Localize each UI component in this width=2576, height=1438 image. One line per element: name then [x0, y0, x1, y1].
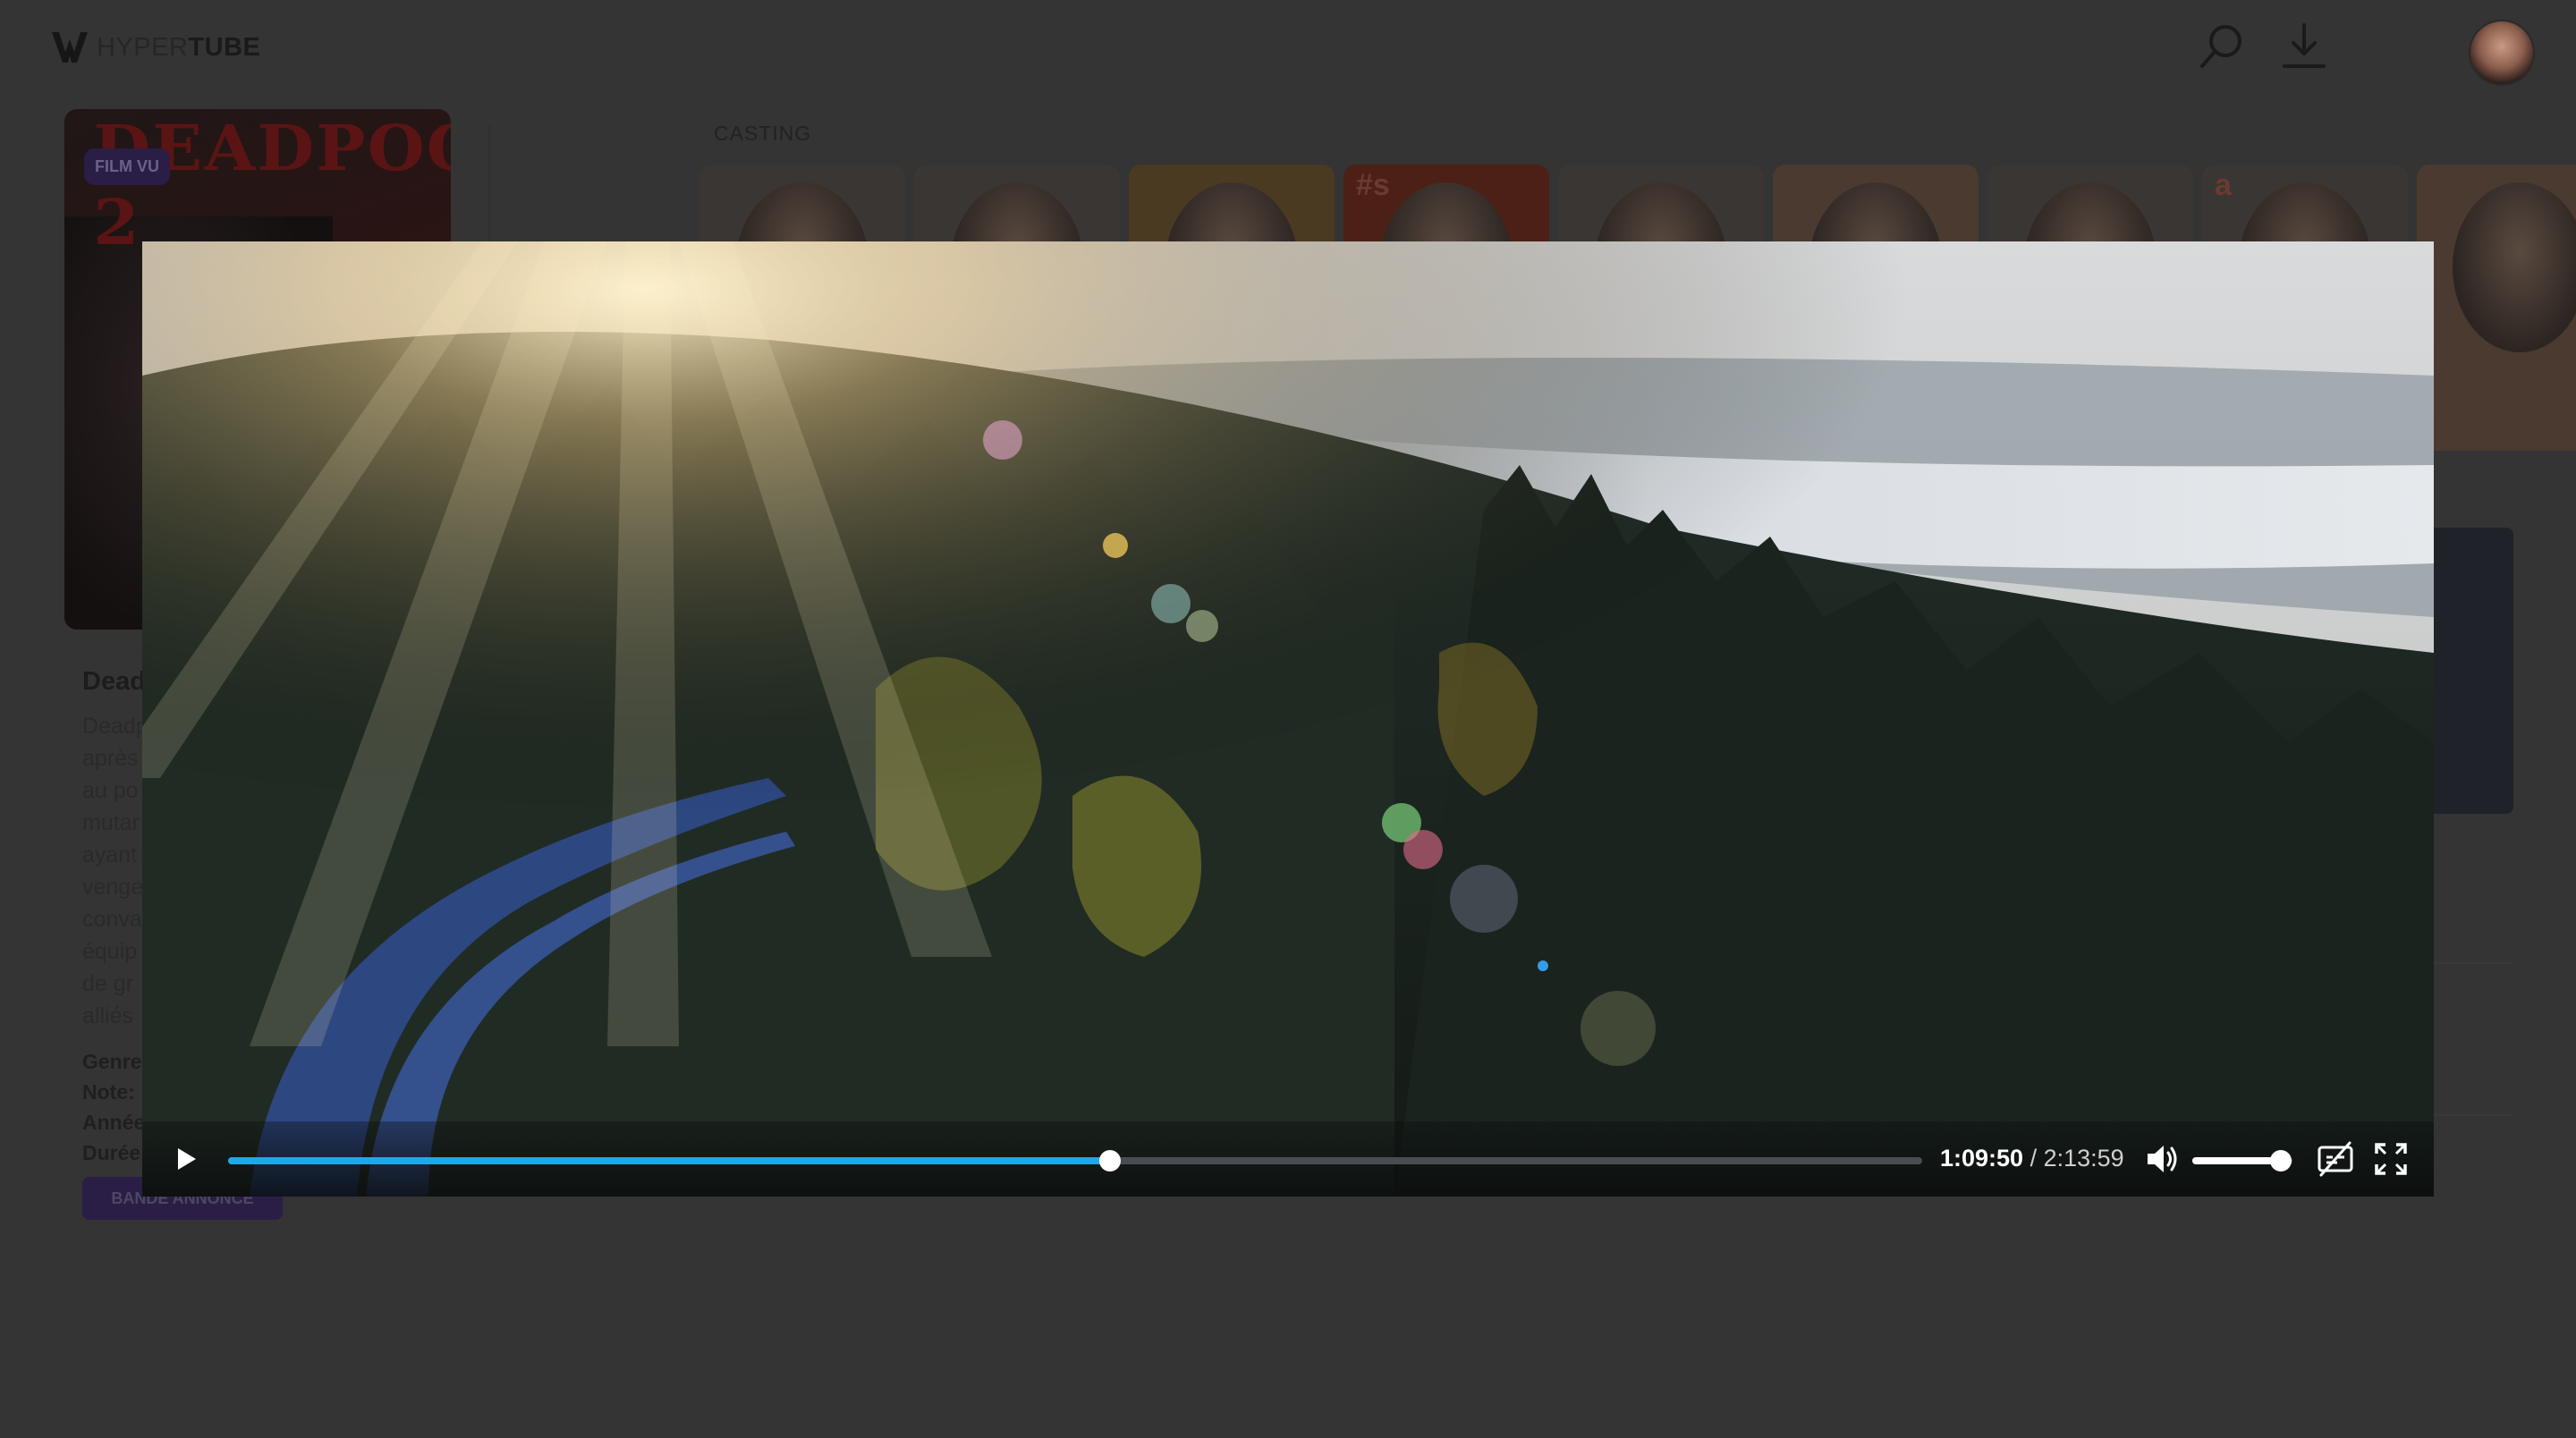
- volume-level: [2192, 1157, 2281, 1164]
- current-time: 1:09:50: [1940, 1145, 2024, 1172]
- captions-off-icon[interactable]: [2316, 1139, 2355, 1179]
- volume-handle[interactable]: [2269, 1150, 2292, 1172]
- logo-mark-icon: [52, 32, 88, 63]
- movie-synopsis: Deadp après au po mutar ayant venge conv…: [82, 714, 145, 1028]
- divider: [2433, 962, 2513, 964]
- suggested-movie-poster[interactable]: [2424, 528, 2513, 814]
- divider: [2433, 1114, 2513, 1116]
- video-player[interactable]: 1:09:50 / 2:13:59: [142, 241, 2434, 1197]
- seek-bar-handle[interactable]: [1098, 1150, 1121, 1172]
- seek-bar-played: [228, 1157, 1110, 1164]
- cast-card-text: #s: [1356, 168, 1390, 202]
- time-display: 1:09:50 / 2:13:59: [1940, 1145, 2124, 1172]
- player-controls: 1:09:50 / 2:13:59: [142, 1121, 2434, 1197]
- movie-title: Dead: [82, 667, 146, 696]
- fullscreen-icon[interactable]: [2371, 1139, 2411, 1179]
- download-icon[interactable]: [2279, 21, 2329, 72]
- play-icon[interactable]: [165, 1139, 205, 1179]
- movie-meta: Genre Note: Année Durée: [82, 1050, 146, 1164]
- cast-card-text: a: [2215, 168, 2232, 202]
- user-avatar[interactable]: [2470, 21, 2533, 84]
- duration: 2:13:59: [2043, 1145, 2124, 1172]
- volume-slider[interactable]: [2192, 1150, 2292, 1172]
- poster-title: DEADPOOL 2: [93, 111, 451, 259]
- volume-icon[interactable]: [2142, 1139, 2182, 1179]
- seek-bar[interactable]: [228, 1150, 1922, 1172]
- video-frame: [142, 241, 2434, 1197]
- casting-label: CASTING: [714, 122, 812, 145]
- app-logo[interactable]: HYPERTUBE: [50, 29, 260, 66]
- cast-card[interactable]: [2417, 165, 2576, 451]
- search-icon[interactable]: [2197, 21, 2247, 72]
- time-separator: /: [2023, 1145, 2044, 1172]
- app-name: HYPERTUBE: [97, 32, 261, 62]
- watched-badge: FILM VU: [84, 148, 170, 185]
